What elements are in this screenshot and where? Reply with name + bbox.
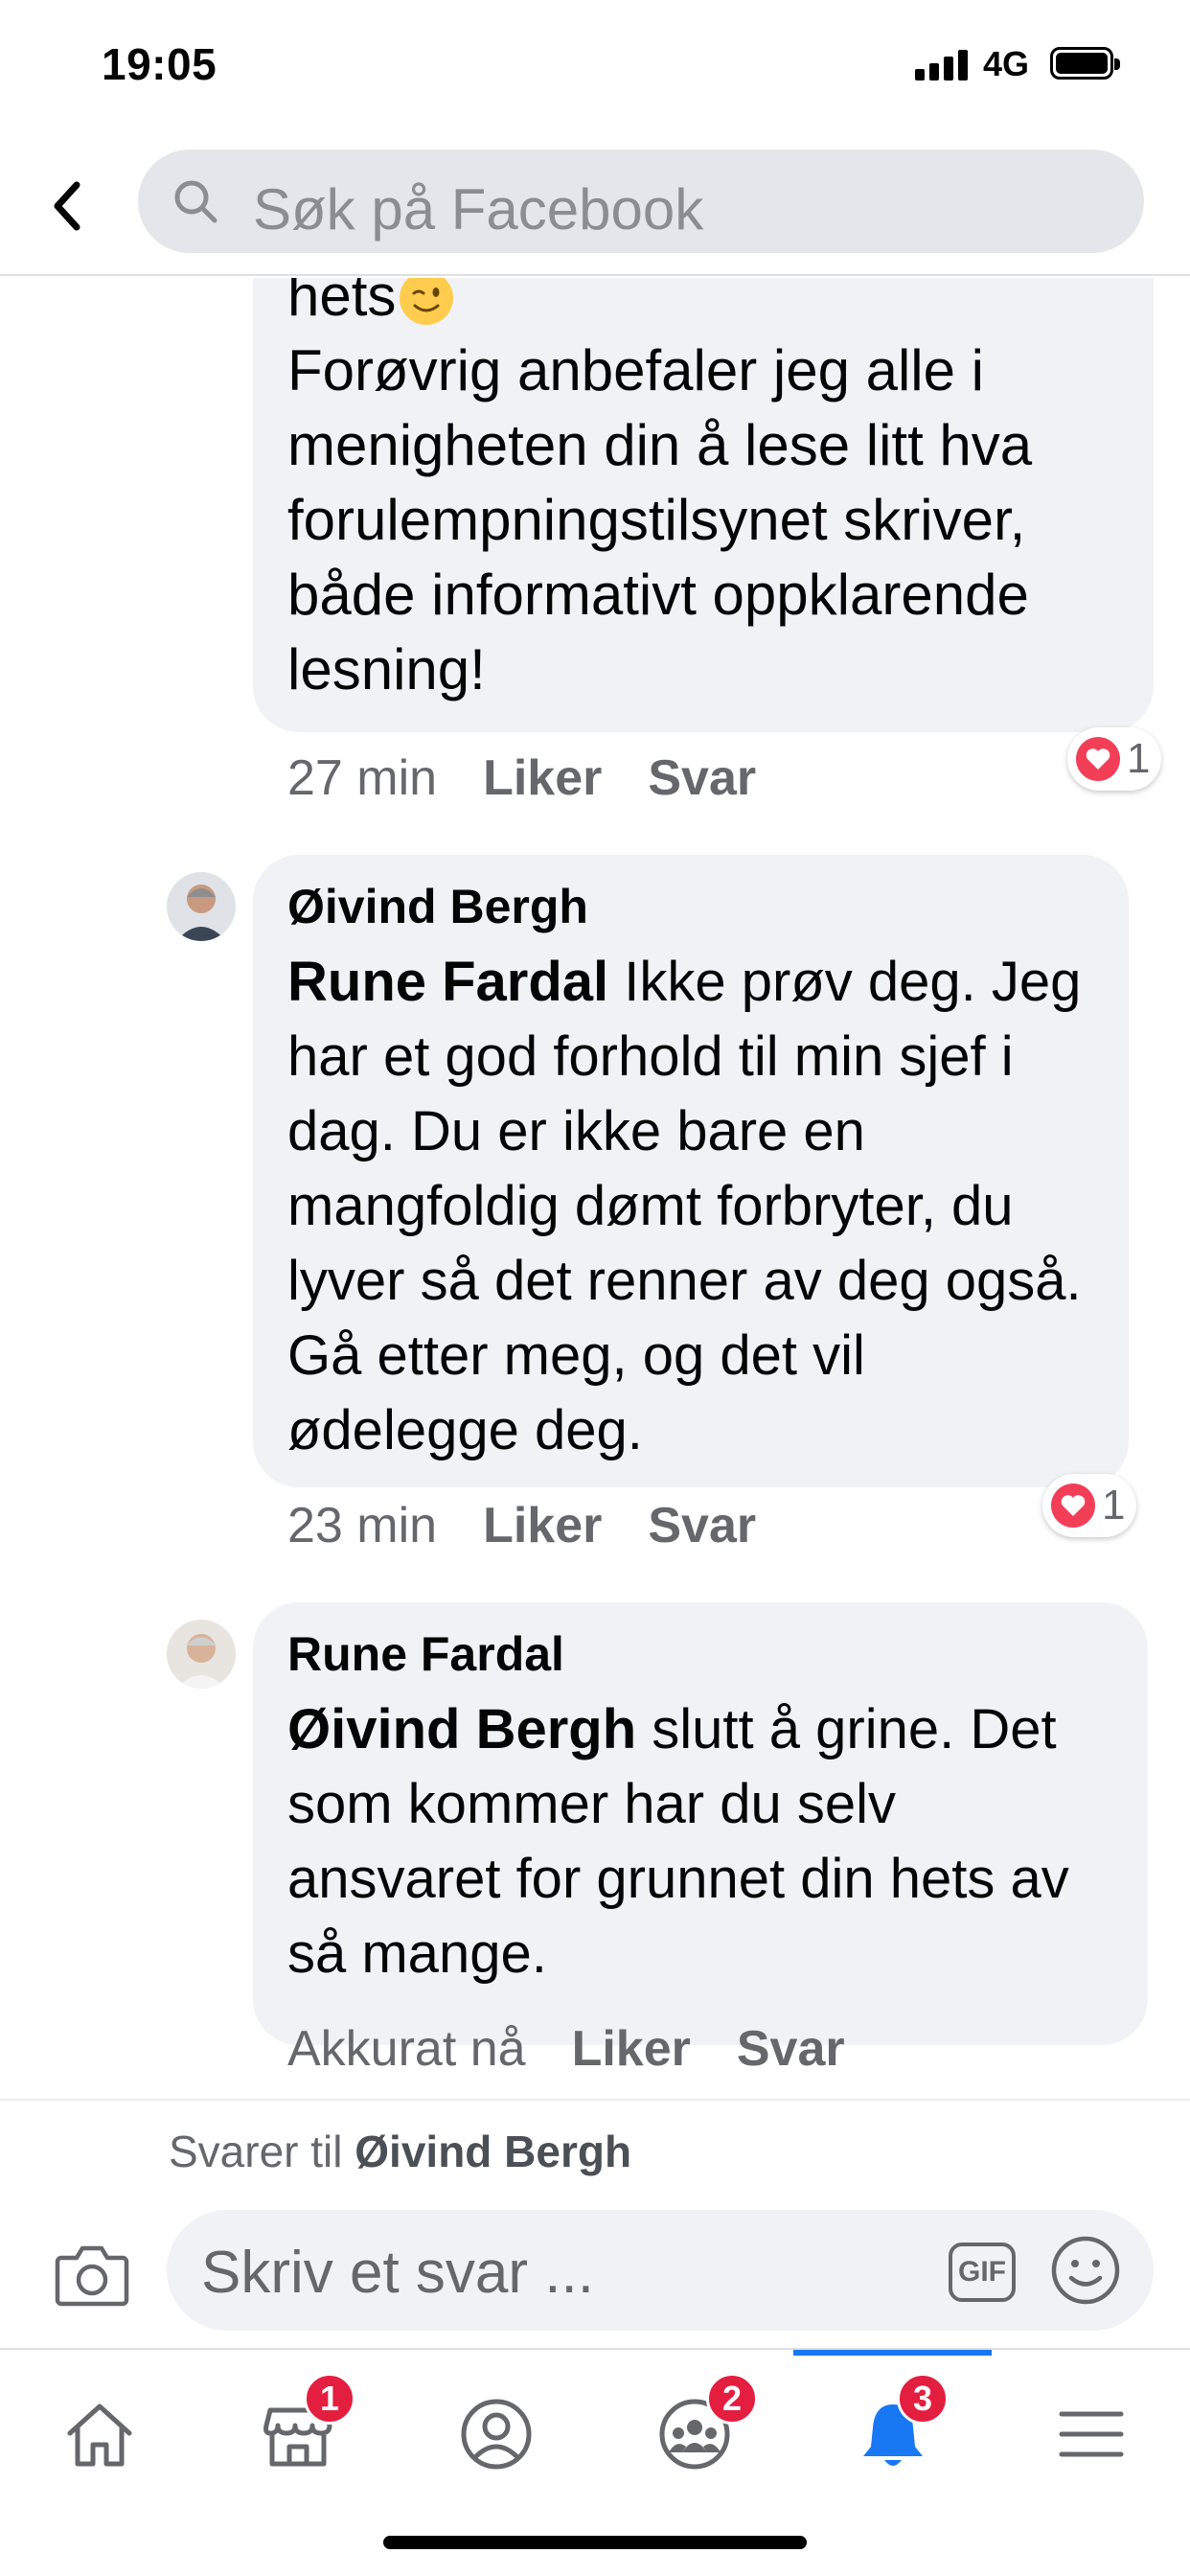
like-button[interactable]: Liker bbox=[483, 1498, 602, 1553]
hamburger-menu-icon bbox=[1059, 2411, 1123, 2457]
tab-profile[interactable] bbox=[397, 2367, 595, 2501]
emoji-button[interactable] bbox=[1050, 2235, 1121, 2306]
comment-time[interactable]: 23 min bbox=[287, 1498, 437, 1553]
heart-reaction-icon bbox=[1051, 1484, 1095, 1528]
tab-marketplace[interactable]: 1 bbox=[198, 2367, 397, 2501]
reply-input[interactable]: Skriv et svar ... GIF bbox=[167, 2210, 1154, 2331]
like-button[interactable]: Liker bbox=[572, 2021, 691, 2077]
comment-time[interactable]: Akkurat nå bbox=[287, 2021, 526, 2077]
comment-meta: Akkurat nå Liker Svar bbox=[287, 2020, 845, 2078]
avatar[interactable] bbox=[167, 872, 236, 941]
reaction-badge[interactable]: 1 bbox=[1042, 1474, 1137, 1537]
tab-menu[interactable] bbox=[992, 2367, 1190, 2501]
winking-face-emoji-icon bbox=[400, 278, 454, 325]
camera-button[interactable] bbox=[54, 2241, 130, 2310]
camera-icon bbox=[55, 2245, 129, 2307]
comment-time[interactable]: 27 min bbox=[287, 750, 437, 806]
reply-button[interactable]: Svar bbox=[648, 750, 756, 806]
tab-home[interactable] bbox=[0, 2367, 198, 2501]
comment-bubble: hets Forøvrig anbefaler jeg alle i menig… bbox=[253, 278, 1154, 732]
heart-reaction-icon bbox=[1076, 737, 1120, 781]
reaction-count: 1 bbox=[1127, 735, 1151, 782]
notification-badge: 1 bbox=[304, 2373, 355, 2425]
comment-text-first-line: hets bbox=[287, 278, 397, 328]
comment-mention[interactable]: Rune Fardal bbox=[287, 951, 608, 1013]
gif-button[interactable]: GIF bbox=[949, 2242, 1016, 2302]
comment-author[interactable]: Rune Fardal bbox=[287, 1623, 1113, 1685]
home-indicator[interactable] bbox=[383, 2536, 807, 2549]
network-type: 4G bbox=[983, 44, 1030, 83]
reaction-count: 1 bbox=[1102, 1482, 1126, 1529]
notification-badge: 3 bbox=[897, 2373, 949, 2425]
home-icon bbox=[67, 2404, 131, 2467]
signal-strength-icon bbox=[915, 50, 969, 80]
replying-to-prefix: Svarer til bbox=[169, 2127, 355, 2176]
avatar-photo-oivind bbox=[167, 872, 236, 941]
status-bar: 19:05 4G bbox=[0, 0, 1190, 134]
tab-notifications[interactable]: 3 bbox=[793, 2350, 992, 2501]
comment-meta: 23 min Liker Svar bbox=[287, 1497, 756, 1554]
back-button[interactable] bbox=[38, 172, 96, 240]
battery-icon bbox=[1050, 47, 1120, 80]
notification-badge: 2 bbox=[706, 2373, 758, 2425]
divider bbox=[0, 2099, 1190, 2101]
search-icon bbox=[174, 180, 217, 223]
search-input[interactable]: Søk på Facebook bbox=[138, 150, 1144, 253]
comment-text: Forøvrig anbefaler jeg alle i menigheten… bbox=[287, 338, 1033, 702]
replying-to-label: Svarer til Øivind Bergh bbox=[169, 2126, 631, 2177]
avatar-photo-rune bbox=[167, 1620, 236, 1689]
reply-button[interactable]: Svar bbox=[648, 1498, 756, 1553]
reaction-badge[interactable]: 1 bbox=[1067, 727, 1162, 791]
smiley-icon bbox=[1051, 2236, 1120, 2305]
search-placeholder: Søk på Facebook bbox=[253, 177, 704, 242]
chevron-left-icon bbox=[54, 181, 80, 231]
status-time: 19:05 bbox=[102, 39, 217, 89]
replying-to-name[interactable]: Øivind Bergh bbox=[355, 2127, 631, 2176]
comment-mention[interactable]: Øivind Bergh bbox=[287, 1698, 636, 1760]
search-header: Søk på Facebook bbox=[0, 134, 1190, 276]
tab-groups[interactable]: 2 bbox=[595, 2367, 793, 2501]
comment-thread: hets Forøvrig anbefaler jeg alle i menig… bbox=[0, 278, 1190, 2099]
comment-author[interactable]: Øivind Bergh bbox=[287, 876, 1094, 937]
comment-text: Ikke prøv deg. Jeg har et god forhold ti… bbox=[287, 951, 1082, 1461]
avatar[interactable] bbox=[167, 1620, 236, 1689]
reply-button[interactable]: Svar bbox=[737, 2021, 845, 2077]
comment-bubble: Øivind Bergh Rune Fardal Ikke prøv deg. … bbox=[253, 855, 1129, 1487]
like-button[interactable]: Liker bbox=[483, 750, 602, 806]
reply-composer: Skriv et svar ... GIF bbox=[0, 2195, 1190, 2348]
comment-bubble: Rune Fardal Øivind Bergh slutt å grine. … bbox=[253, 1602, 1148, 2045]
comment-meta: 27 min Liker Svar bbox=[287, 749, 756, 807]
profile-icon bbox=[461, 2399, 531, 2470]
reply-placeholder: Skriv et svar ... bbox=[201, 2240, 594, 2306]
